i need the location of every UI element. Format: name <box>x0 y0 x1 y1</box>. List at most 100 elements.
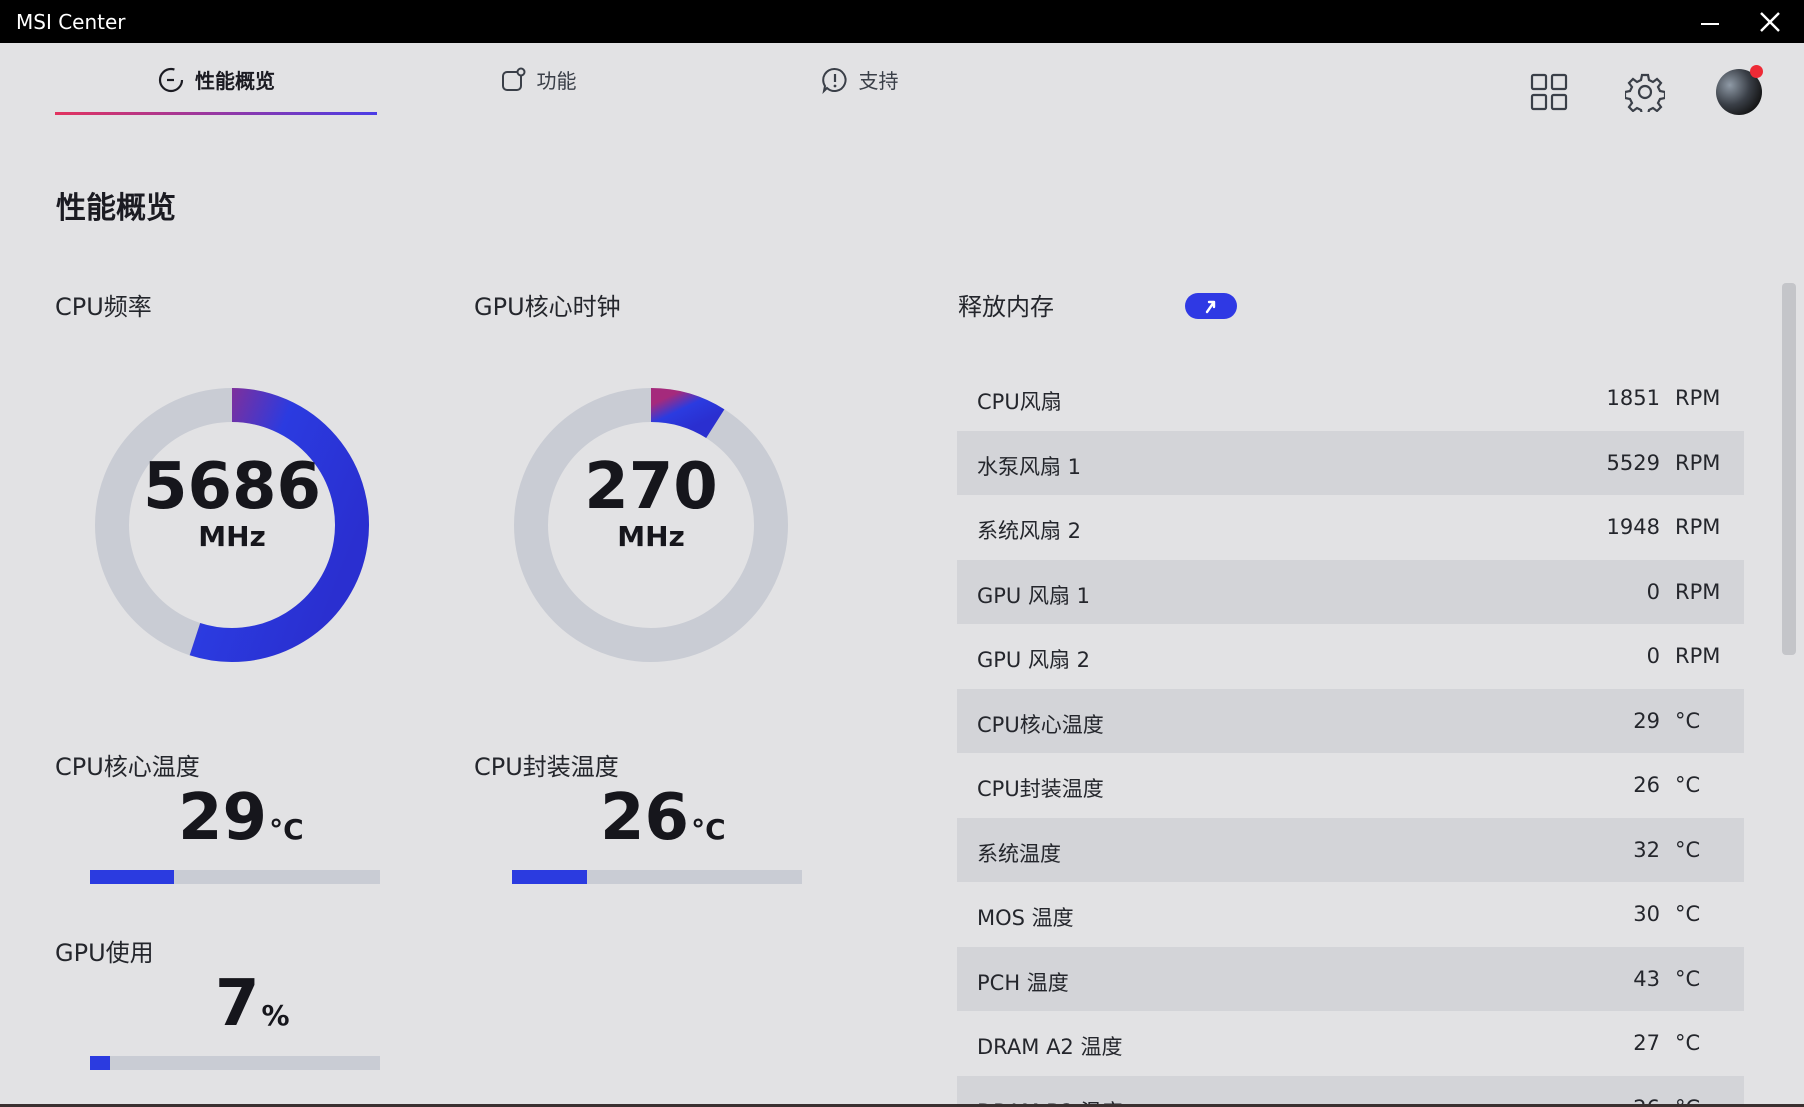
notification-dot <box>1750 65 1763 78</box>
gpu-usage-value: 7% <box>215 972 290 1036</box>
value-number: 7 <box>215 967 260 1041</box>
sensor-value: 32 <box>1633 837 1660 862</box>
sensor-name: MOS 温度 <box>977 906 1074 930</box>
sensor-row: 系统温度 32 °C <box>957 817 1744 882</box>
sensor-unit: RPM <box>1675 515 1721 539</box>
sensor-name: GPU 风扇 2 <box>977 648 1091 672</box>
sensor-value: 26 <box>1633 1096 1660 1105</box>
sensor-value: 5529 <box>1606 450 1660 475</box>
sensor-name: 系统风扇 2 <box>977 519 1082 543</box>
page-title: 性能概览 <box>56 191 176 226</box>
cpu-frequency-label: CPU频率 <box>55 293 152 321</box>
sensor-row: 水泵风扇 1 5529 RPM <box>957 430 1744 495</box>
sensor-row: 系统风扇 2 1948 RPM <box>957 495 1744 560</box>
value-unit: % <box>261 999 290 1032</box>
bar-fill <box>512 870 588 884</box>
sensor-name: CPU封装温度 <box>977 777 1104 801</box>
sensor-value: 0 <box>1646 579 1660 604</box>
value-unit: °C <box>269 813 304 846</box>
cpu-core-temp-label: CPU核心温度 <box>55 753 200 781</box>
sensor-value: 1948 <box>1606 515 1660 539</box>
feature-icon <box>499 66 527 94</box>
sensor-row: CPU封装温度 26 °C <box>957 753 1744 818</box>
sensor-value: 29 <box>1633 708 1660 733</box>
grid-icon[interactable] <box>1528 71 1570 113</box>
gpu-clock-label: GPU核心时钟 <box>474 293 621 321</box>
minimize-icon <box>1701 22 1719 25</box>
sensor-name: GPU 风扇 1 <box>977 583 1091 608</box>
msi-center-window: MSI Center 性能概览 功能 支持 性能概览 CPU频率 GPU核心时钟… <box>0 0 1804 1104</box>
cpu-package-temp-label: CPU封装温度 <box>474 753 619 781</box>
value-number: 26 <box>600 781 690 855</box>
cpu-core-temp-bar <box>90 870 380 884</box>
sensor-value: 0 <box>1646 644 1660 668</box>
close-icon <box>1760 11 1780 32</box>
sensor-row: CPU风扇 1851 RPM <box>957 366 1744 431</box>
gauge-unit: MHz <box>617 520 685 553</box>
tab-label: 支持 <box>858 69 899 93</box>
release-memory-button[interactable] <box>1185 293 1237 319</box>
gauge-value: 5686 <box>142 450 322 524</box>
cpu-core-temp-value: 29°C <box>178 786 304 850</box>
tab-label: 功能 <box>536 69 577 93</box>
sensor-unit: °C <box>1675 1031 1701 1055</box>
sensor-list: CPU风扇 1851 RPM 水泵风扇 1 5529 RPM 系统风扇 2 1948 RPM GP… <box>957 366 1744 1104</box>
sensor-unit: RPM <box>1675 386 1721 410</box>
support-icon <box>821 66 849 94</box>
gauge-value: 270 <box>584 450 718 524</box>
sensor-unit: °C <box>1675 966 1701 991</box>
sensor-value: 1851 <box>1606 386 1660 410</box>
sensor-name: 水泵风扇 1 <box>977 454 1082 479</box>
sensor-unit: RPM <box>1675 450 1721 475</box>
minimize-button[interactable] <box>1682 0 1738 43</box>
gauge-icon <box>157 66 185 94</box>
sensor-unit: °C <box>1675 1096 1700 1105</box>
gpu-clock-gauge: 270 MHz <box>513 387 789 663</box>
close-button[interactable] <box>1742 0 1798 43</box>
sensor-row: DRAM B2 温度 26 °C <box>957 1075 1744 1105</box>
title-bar: MSI Center <box>0 0 1804 43</box>
sensor-unit: RPM <box>1675 579 1721 604</box>
active-tab-indicator <box>55 112 377 115</box>
gear-icon[interactable] <box>1624 71 1666 113</box>
bar-fill <box>90 870 175 884</box>
sensor-row: CPU核心温度 29 °C <box>957 688 1744 753</box>
cpu-frequency-gauge: 5686 MHz <box>94 387 370 663</box>
gpu-usage-bar <box>90 1056 380 1070</box>
sensor-row: GPU 风扇 2 0 RPM <box>957 624 1744 689</box>
gauge-unit: MHz <box>198 520 266 553</box>
rocket-icon <box>1205 300 1216 314</box>
sensor-row: DRAM A2 温度 27 °C <box>957 1011 1744 1076</box>
bar-fill <box>90 1056 111 1070</box>
cpu-package-temp-value: 26°C <box>600 786 726 850</box>
sensor-value: 26 <box>1633 773 1660 797</box>
tab-features[interactable]: 功能 <box>400 43 675 116</box>
sensor-unit: °C <box>1675 773 1701 797</box>
value-unit: °C <box>691 813 726 846</box>
sensor-name: CPU风扇 <box>977 390 1062 414</box>
tab-support[interactable]: 支持 <box>722 43 997 116</box>
tab-label: 性能概览 <box>195 69 275 93</box>
sensor-row: MOS 温度 30 °C <box>957 882 1744 947</box>
window-title: MSI Center <box>16 10 126 34</box>
gpu-usage-label: GPU使用 <box>55 939 154 967</box>
tab-performance-overview[interactable]: 性能概览 <box>55 43 377 116</box>
scrollbar[interactable] <box>1782 283 1796 655</box>
sensor-value: 30 <box>1633 902 1660 926</box>
sensor-unit: RPM <box>1675 644 1721 668</box>
gauge-fill-arc <box>650 388 725 439</box>
sensor-value: 43 <box>1633 966 1660 991</box>
sensor-name: DRAM A2 温度 <box>977 1035 1123 1059</box>
sensor-name: 系统温度 <box>977 841 1061 866</box>
release-memory-label: 释放内存 <box>958 293 1054 321</box>
sensor-name: DRAM B2 温度 <box>977 1096 1123 1105</box>
sensor-unit: °C <box>1675 902 1701 926</box>
sensor-name: PCH 温度 <box>977 970 1069 995</box>
sensor-value: 27 <box>1633 1031 1660 1055</box>
sensor-row: PCH 温度 43 °C <box>957 946 1744 1011</box>
value-number: 29 <box>178 781 268 855</box>
sensor-unit: °C <box>1675 837 1701 862</box>
sensor-name: CPU核心温度 <box>977 712 1104 737</box>
cpu-package-temp-bar <box>512 870 802 884</box>
sensor-unit: °C <box>1675 708 1701 733</box>
